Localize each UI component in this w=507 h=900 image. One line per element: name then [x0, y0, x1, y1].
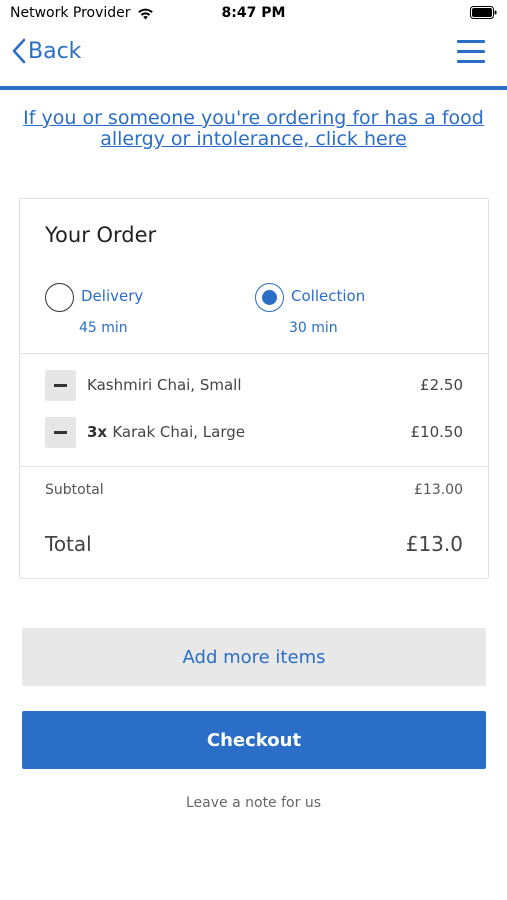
allergy-info-link[interactable]: If you or someone you're ordering for ha… [20, 108, 487, 150]
chevron-left-icon [12, 38, 26, 64]
delivery-time: 45 min [79, 320, 128, 336]
order-item-label: Kashmiri Chai, Small [87, 376, 242, 394]
status-bar: Network Provider 8:47 PM [0, 0, 507, 28]
order-item-row: 3x Karak Chai, Large £10.50 [45, 417, 463, 449]
order-item-price: £2.50 [420, 376, 463, 394]
navigation-bar: Back [0, 28, 507, 86]
total-value: £13.0 [405, 532, 463, 556]
delivery-radio[interactable] [45, 283, 74, 312]
hamburger-menu-icon[interactable] [457, 40, 485, 64]
back-button[interactable]: Back [12, 38, 81, 64]
order-item-row: Kashmiri Chai, Small £2.50 [45, 370, 463, 402]
remove-item-button[interactable] [45, 417, 76, 448]
order-item-name: Kashmiri Chai, Small [87, 376, 242, 394]
leave-note-link[interactable]: Leave a note for us [0, 795, 507, 811]
subtotal-label: Subtotal [45, 482, 104, 498]
collection-radio[interactable] [255, 283, 284, 312]
order-item-price: £10.50 [410, 423, 464, 441]
add-more-items-button[interactable]: Add more items [22, 628, 486, 686]
divider [20, 466, 488, 467]
order-item-label: Karak Chai, Large [112, 423, 245, 441]
collection-time: 30 min [289, 320, 338, 336]
battery-icon [470, 6, 497, 19]
order-title: Your Order [45, 223, 157, 247]
subtotal-value: £13.00 [414, 482, 463, 498]
delivery-label: Delivery [81, 287, 144, 305]
status-time: 8:47 PM [221, 5, 286, 21]
back-label: Back [28, 38, 82, 64]
order-card: Your Order Delivery 45 min Collection 30… [19, 198, 489, 579]
header-divider [0, 86, 507, 90]
order-item-qty: 3x [87, 423, 113, 441]
collection-label: Collection [291, 287, 366, 305]
remove-item-button[interactable] [45, 370, 76, 401]
total-label: Total [45, 532, 92, 556]
order-item-name: 3x Karak Chai, Large [87, 423, 245, 441]
divider [20, 353, 488, 354]
checkout-button[interactable]: Checkout [22, 711, 486, 769]
